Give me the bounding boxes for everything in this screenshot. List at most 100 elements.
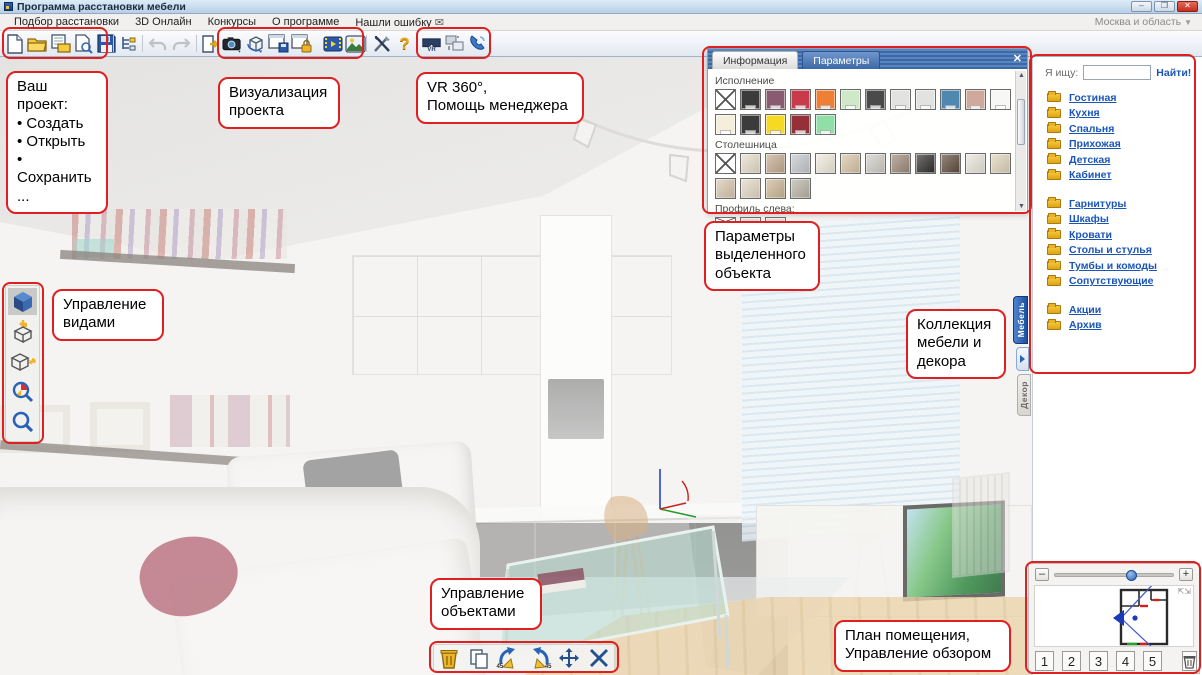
sidebar-category[interactable]: Кабинет xyxy=(1047,168,1202,184)
sidebar-category[interactable]: Архив xyxy=(1047,318,1202,334)
redo-button[interactable] xyxy=(170,33,191,54)
plan-page-2[interactable]: 2 xyxy=(1062,651,1081,671)
scrollbar-thumb[interactable] xyxy=(1017,99,1025,145)
screenshot-camera-button[interactable] xyxy=(222,33,243,54)
material-swatch[interactable] xyxy=(765,153,786,174)
exit-button[interactable] xyxy=(200,33,221,54)
material-swatch[interactable] xyxy=(865,89,886,110)
search-button[interactable]: Найти! xyxy=(1156,67,1191,79)
plan-page-3[interactable]: 3 xyxy=(1089,651,1108,671)
material-swatch[interactable] xyxy=(890,89,911,110)
material-swatch[interactable] xyxy=(715,89,736,110)
material-swatch[interactable] xyxy=(740,89,761,110)
panel-close-icon[interactable]: ✕ xyxy=(1013,52,1022,65)
plan-page-5[interactable]: 5 xyxy=(1143,651,1162,671)
open-project-button[interactable] xyxy=(27,33,48,54)
sidebar-category[interactable]: Кровати xyxy=(1047,227,1202,243)
image-render-button[interactable] xyxy=(345,33,366,54)
floor-plan-minimap[interactable]: ⇱⇲ xyxy=(1034,585,1194,647)
undo-button[interactable] xyxy=(147,33,168,54)
sidebar-category[interactable]: Гарнитуры xyxy=(1047,196,1202,212)
material-swatch[interactable] xyxy=(940,153,961,174)
material-swatch[interactable] xyxy=(765,89,786,110)
preview-project-button[interactable] xyxy=(73,33,94,54)
rotate-right-45-button[interactable]: 45 xyxy=(527,646,552,670)
material-swatch[interactable] xyxy=(890,153,911,174)
plan-page-1[interactable]: 1 xyxy=(1035,651,1054,671)
menu-item-5[interactable]: Нашли ошибку ✉ xyxy=(347,16,452,29)
open-catalog-project-button[interactable] xyxy=(50,33,71,54)
material-swatch[interactable] xyxy=(715,114,736,135)
material-swatch[interactable] xyxy=(815,114,836,135)
delete-object-trash-button[interactable] xyxy=(437,646,462,670)
menu-item-2[interactable]: 3D Онлайн xyxy=(127,16,200,29)
zoom-slider-knob[interactable] xyxy=(1126,570,1137,581)
rotate-3d-view-button[interactable] xyxy=(245,33,266,54)
menu-item-1[interactable]: Подбор расстановки xyxy=(6,16,127,29)
material-swatch[interactable] xyxy=(965,153,986,174)
project-tree-button[interactable] xyxy=(118,33,139,54)
new-project-button[interactable] xyxy=(4,33,25,54)
menu-item-4[interactable]: О программе xyxy=(264,16,347,29)
material-swatch[interactable] xyxy=(765,178,786,199)
view-3d-button[interactable] xyxy=(8,288,37,315)
material-swatch[interactable] xyxy=(740,114,761,135)
sidebar-category[interactable]: Столы и стулья xyxy=(1047,243,1202,259)
material-swatch[interactable] xyxy=(965,89,986,110)
panel-lock-view-button[interactable] xyxy=(291,33,312,54)
material-swatch[interactable] xyxy=(815,89,836,110)
material-swatch[interactable] xyxy=(865,153,886,174)
scroll-up-icon[interactable]: ▲ xyxy=(1018,72,1025,79)
material-swatch[interactable] xyxy=(940,89,961,110)
manager-help-button[interactable] xyxy=(444,33,465,54)
region-selector[interactable]: Москва и область ▼ xyxy=(1095,16,1192,28)
panel-scrollbar[interactable]: ▲ ▼ xyxy=(1015,71,1026,211)
material-swatch[interactable] xyxy=(790,178,811,199)
sidebar-category[interactable]: Акции xyxy=(1047,302,1202,318)
phone-call-button[interactable] xyxy=(467,33,488,54)
vr-360-button[interactable]: VR xyxy=(421,33,442,54)
material-swatch[interactable] xyxy=(790,114,811,135)
zoom-slider[interactable] xyxy=(1054,573,1174,577)
material-swatch[interactable] xyxy=(815,153,836,174)
material-swatch[interactable] xyxy=(765,114,786,135)
plan-page-4[interactable]: 4 xyxy=(1116,651,1135,671)
menu-item-3[interactable]: Конкурсы xyxy=(200,16,264,29)
zoom-to-object-button[interactable] xyxy=(8,378,37,405)
sidebar-category[interactable]: Гостиная xyxy=(1047,90,1202,106)
zoom-out-button[interactable]: – xyxy=(1035,568,1049,581)
material-swatch[interactable] xyxy=(990,89,1011,110)
tab-furniture[interactable]: Мебель xyxy=(1013,296,1028,344)
material-swatch[interactable] xyxy=(840,153,861,174)
search-input[interactable] xyxy=(1083,65,1151,80)
sidebar-category[interactable]: Тумбы и комоды xyxy=(1047,258,1202,274)
material-swatch[interactable] xyxy=(715,153,736,174)
panel-save-view-button[interactable] xyxy=(268,33,289,54)
collapse-panel-arrow[interactable] xyxy=(1016,347,1029,371)
move-object-button[interactable] xyxy=(557,646,582,670)
tab-decor[interactable]: Декор xyxy=(1017,374,1031,416)
help-button[interactable]: ? xyxy=(394,33,415,54)
material-swatch[interactable] xyxy=(790,89,811,110)
sidebar-category[interactable]: Кухня xyxy=(1047,106,1202,122)
settings-tools-button[interactable] xyxy=(371,33,392,54)
plan-delete-button[interactable] xyxy=(1182,651,1197,671)
tab-parameters[interactable]: Параметры xyxy=(802,51,880,69)
sidebar-category[interactable]: Сопутствующие xyxy=(1047,274,1202,290)
delete-object-x-button[interactable] xyxy=(587,646,612,670)
sidebar-category[interactable]: Спальня xyxy=(1047,121,1202,137)
view-top-button[interactable] xyxy=(8,318,37,345)
scroll-down-icon[interactable]: ▼ xyxy=(1018,203,1025,210)
material-swatch[interactable] xyxy=(740,153,761,174)
material-swatch[interactable] xyxy=(990,153,1011,174)
maximize-button[interactable]: ❐ xyxy=(1154,1,1175,12)
video-render-button[interactable] xyxy=(322,33,343,54)
zoom-in-button[interactable]: + xyxy=(1179,568,1193,581)
material-swatch[interactable] xyxy=(715,178,736,199)
sidebar-category[interactable]: Детская xyxy=(1047,152,1202,168)
material-swatch[interactable] xyxy=(915,89,936,110)
material-swatch[interactable] xyxy=(915,153,936,174)
material-swatch[interactable] xyxy=(840,89,861,110)
tab-information[interactable]: Информация xyxy=(712,51,798,69)
sidebar-category[interactable]: Прихожая xyxy=(1047,137,1202,153)
